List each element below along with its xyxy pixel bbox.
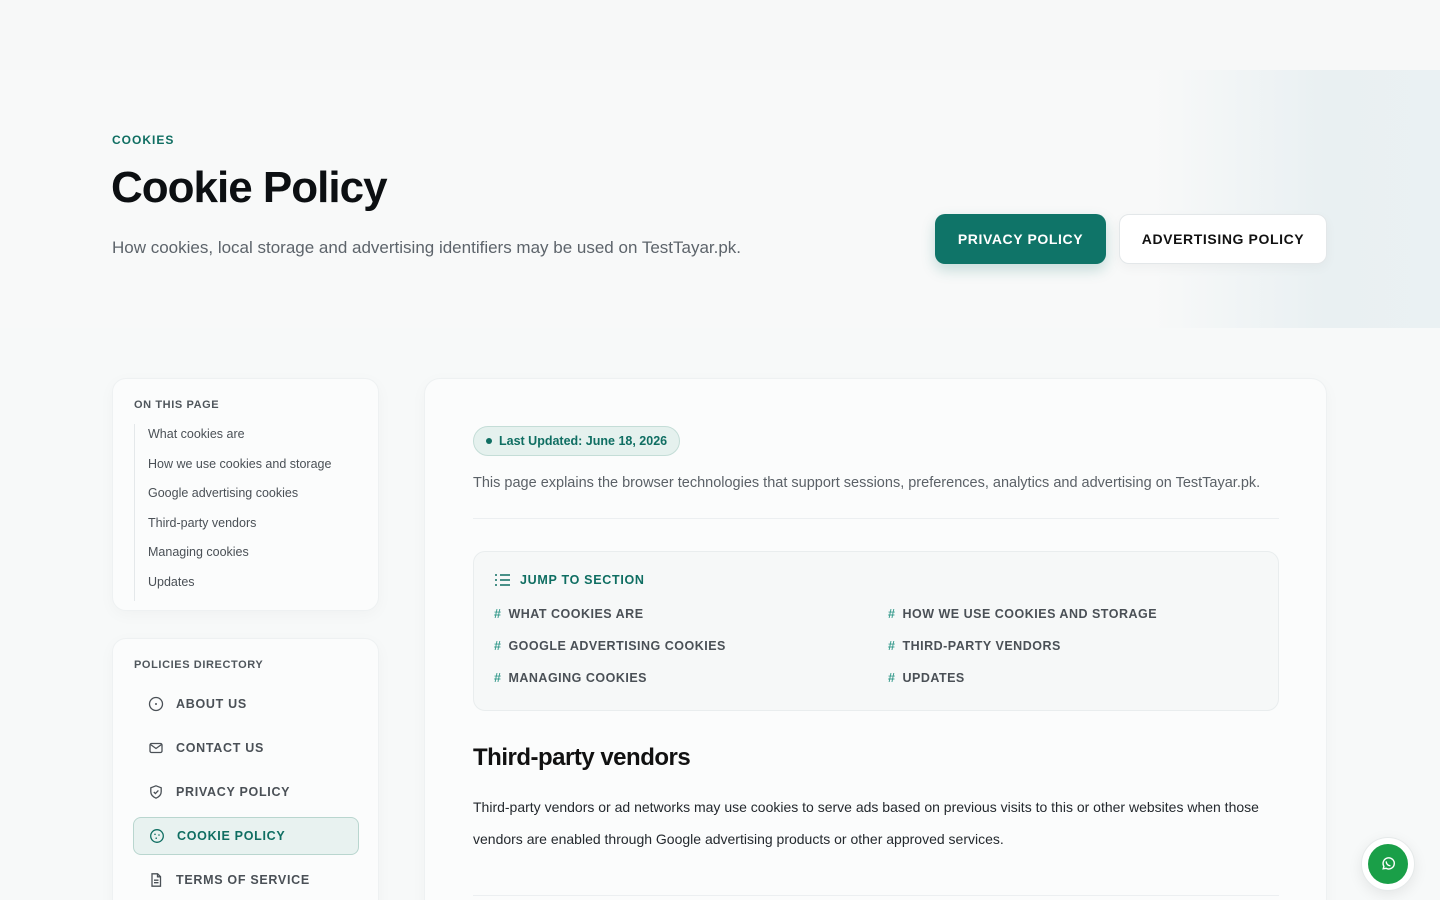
jump-link-label: WHAT COOKIES ARE: [508, 607, 644, 621]
toc-link-third-party-vendors[interactable]: Third-party vendors: [135, 513, 364, 543]
policy-content-card: Last Updated: June 18, 2026 This page ex…: [424, 378, 1327, 900]
cookie-icon: [150, 829, 164, 843]
jump-link-managing-cookies[interactable]: # MANAGING COOKIES: [494, 671, 647, 685]
directory-item-label: COOKIE POLICY: [177, 829, 286, 843]
hero-section: COOKIES Cookie Policy How cookies, local…: [0, 70, 1440, 328]
jump-link-label: THIRD-PARTY VENDORS: [902, 639, 1061, 653]
whatsapp-icon: [1382, 857, 1395, 870]
toc-link-managing-cookies[interactable]: Managing cookies: [135, 542, 364, 572]
jump-to-section-box: JUMP TO SECTION # WHAT COOKIES ARE # HOW W…: [473, 551, 1279, 711]
list-icon: [495, 574, 510, 586]
toc-link-updates[interactable]: Updates: [135, 572, 364, 602]
page-title: Cookie Policy: [111, 163, 388, 212]
policies-directory-title: POLICIES DIRECTORY: [134, 659, 264, 671]
jump-link-label: GOOGLE ADVERTISING COOKIES: [508, 639, 726, 653]
info-icon: [148, 696, 164, 712]
top-nav-bar: [0, 0, 1440, 70]
hash-icon: #: [494, 607, 502, 621]
mail-icon: [149, 742, 163, 754]
directory-item-contact-us[interactable]: CONTACT US: [133, 729, 359, 767]
toc-link-what-cookies-are[interactable]: What cookies are: [135, 424, 364, 454]
policies-directory-card: POLICIES DIRECTORY ABOUT US CONTACT US P…: [112, 638, 379, 900]
section-heading: Third-party vendors: [473, 744, 691, 771]
directory-item-cookie-policy[interactable]: COOKIE POLICY: [133, 817, 359, 855]
jump-to-section-title: JUMP TO SECTION: [494, 573, 645, 587]
directory-item-privacy-policy[interactable]: PRIVACY POLICY: [133, 773, 359, 811]
divider: [473, 518, 1279, 519]
directory-item-label: CONTACT US: [176, 741, 265, 755]
directory-item-about-us[interactable]: ABOUT US: [133, 685, 359, 723]
directory-item-terms-of-service[interactable]: TERMS OF SERVICE: [133, 861, 359, 899]
last-updated-text: Last Updated: June 18, 2026: [499, 434, 668, 448]
jump-link-how-we-use-cookies[interactable]: # HOW WE USE COOKIES AND STORAGE: [888, 607, 1157, 621]
hash-icon: #: [888, 607, 896, 621]
toc-link-google-advertising-cookies[interactable]: Google advertising cookies: [135, 483, 364, 513]
jump-link-label: HOW WE USE COOKIES AND STORAGE: [902, 607, 1158, 621]
jump-title-label: JUMP TO SECTION: [520, 573, 645, 587]
hash-icon: #: [494, 671, 502, 685]
jump-link-third-party-vendors[interactable]: # THIRD-PARTY VENDORS: [888, 639, 1061, 653]
whatsapp-icon-circle: [1368, 844, 1408, 884]
jump-link-google-advertising-cookies[interactable]: # GOOGLE ADVERTISING COOKIES: [494, 639, 726, 653]
directory-item-label: TERMS OF SERVICE: [176, 873, 310, 887]
directory-item-label: ABOUT US: [176, 697, 247, 711]
hash-icon: #: [888, 639, 896, 653]
shield-icon: [150, 785, 162, 799]
section-body: Third-party vendors or ad networks may u…: [473, 799, 1259, 847]
hash-icon: #: [494, 639, 502, 653]
hash-icon: #: [888, 671, 896, 685]
directory-item-label: PRIVACY POLICY: [176, 785, 291, 799]
on-this-page-card: ON THIS PAGE What cookies are How we use…: [112, 378, 379, 611]
jump-link-label: UPDATES: [902, 671, 965, 685]
toc-link-how-we-use-cookies[interactable]: How we use cookies and storage: [135, 454, 364, 484]
eyebrow-label: COOKIES: [112, 133, 175, 147]
whatsapp-chat-button[interactable]: [1361, 837, 1415, 891]
advertising-policy-button[interactable]: ADVERTISING POLICY: [1119, 214, 1327, 264]
jump-link-label: MANAGING COOKIES: [508, 671, 648, 685]
page-subtitle: How cookies, local storage and advertisi…: [112, 238, 742, 257]
last-updated-badge: Last Updated: June 18, 2026: [473, 426, 681, 456]
intro-paragraph: This page explains the browser technolog…: [473, 475, 1261, 491]
divider: [473, 895, 1279, 896]
on-this-page-title: ON THIS PAGE: [134, 399, 220, 411]
privacy-policy-button[interactable]: PRIVACY POLICY: [935, 214, 1106, 264]
document-icon: [151, 873, 162, 887]
toc-list: What cookies are How we use cookies and …: [134, 424, 364, 601]
status-dot-icon: [486, 438, 492, 444]
jump-link-what-cookies-are[interactable]: # WHAT COOKIES ARE: [494, 607, 644, 621]
jump-link-updates[interactable]: # UPDATES: [888, 671, 965, 685]
